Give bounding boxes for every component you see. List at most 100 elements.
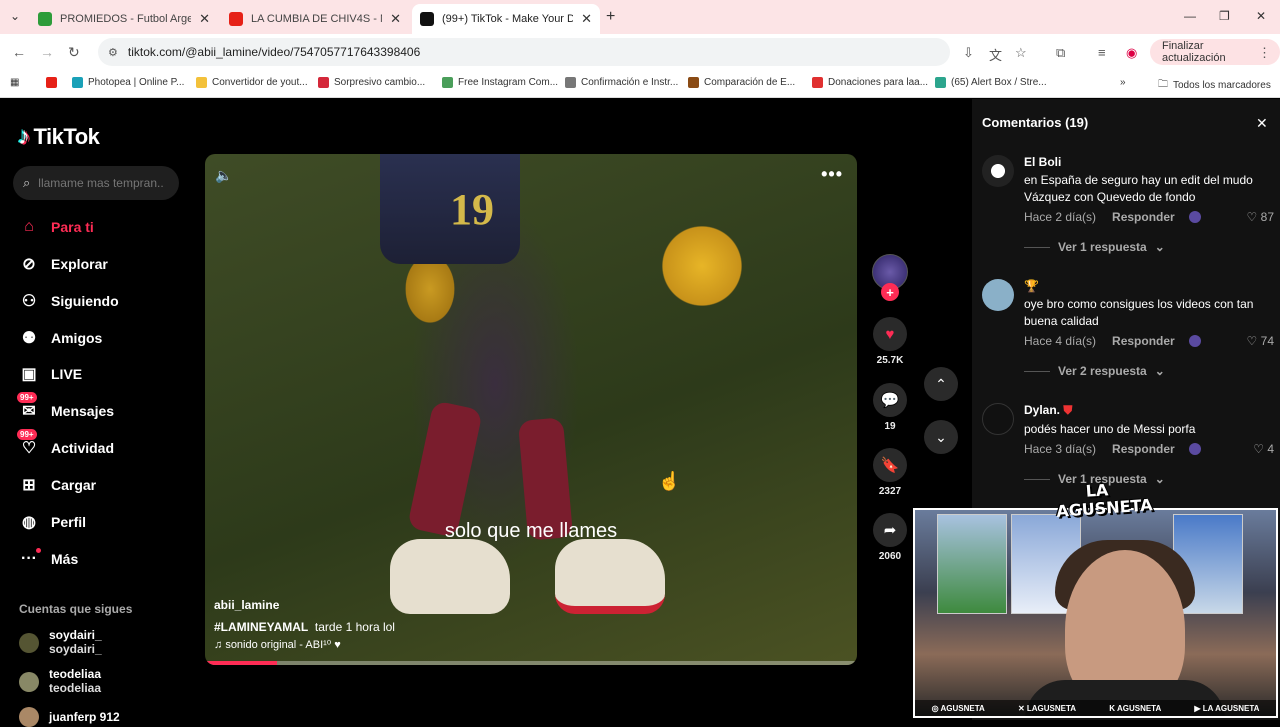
description-text: tarde 1 hora lol <box>314 620 395 634</box>
bookmark-item[interactable]: Comparación de E... <box>688 77 795 88</box>
bookmark-label: Free Instagram Com... <box>458 77 559 88</box>
comment-like[interactable]: ♡ 74 <box>1247 334 1274 348</box>
comment-icon[interactable]: 💬 <box>873 383 907 417</box>
bookmark-item[interactable]: Donaciones para laa... <box>812 77 928 88</box>
following-header: Cuentas que sigues <box>19 602 133 616</box>
video-progress-bar[interactable] <box>205 661 857 665</box>
menu-dots-icon[interactable]: ⋮ <box>1258 45 1271 61</box>
install-app-icon[interactable]: ⇩ <box>963 45 974 61</box>
close-icon[interactable]: ✕ <box>199 11 210 27</box>
back-icon[interactable]: ← <box>12 44 26 60</box>
browser-tab[interactable]: LA CUMBIA DE CHIV4S - MIKE ✕ <box>221 4 409 34</box>
followed-account[interactable]: juanferp 912 <box>19 707 120 727</box>
streamer-brand-logo: LA AGUSNETA <box>1055 480 1154 521</box>
reply-button[interactable]: Responder <box>1112 442 1175 456</box>
address-bar[interactable]: ⚙ tiktok.com/@abii_lamine/video/75470577… <box>98 38 950 66</box>
like-action[interactable]: ♥ 25.7K <box>870 317 910 366</box>
minimize-icon[interactable]: — <box>1184 9 1196 23</box>
search-input[interactable] <box>38 176 164 190</box>
bookmark-item[interactable]: (65) Alert Box / Stre... <box>935 77 1047 88</box>
nav-perfil[interactable]: ◍ Perfil <box>19 508 86 536</box>
bookmark-favicon-icon <box>688 77 699 88</box>
update-label: Finalizar actualización <box>1162 40 1226 64</box>
like-count: 25.7K <box>876 355 904 366</box>
heart-icon[interactable]: ♥ <box>873 317 907 351</box>
close-icon[interactable]: ✕ <box>581 11 592 27</box>
followed-account[interactable]: teodeliaa teodeliaa <box>19 668 101 695</box>
translate-icon[interactable]: 文 <box>989 45 1002 64</box>
nav-cargar[interactable]: ⊞ Cargar <box>19 471 96 499</box>
reply-button[interactable]: Responder <box>1112 334 1175 348</box>
nav-mensajes[interactable]: ✉ 99+ Mensajes <box>17 392 114 425</box>
save-action[interactable]: 🔖 2327 <box>870 448 910 497</box>
music-info[interactable]: ♫ sonido original - ABI¹⁰ ♥ <box>214 638 341 651</box>
bookmark-item[interactable]: Confirmación e Instr... <box>565 77 678 88</box>
apps-grid-icon[interactable]: ▦ <box>10 77 19 88</box>
video-player[interactable]: 19 🔈 ••• solo que me llames abii_lamine … <box>205 154 857 665</box>
nav-explorar[interactable]: ⊘ Explorar <box>19 250 108 278</box>
avatar[interactable] <box>982 155 1014 187</box>
player-boot <box>390 539 510 614</box>
tiktok-logo[interactable]: ♪ TikTok <box>18 123 100 151</box>
new-tab-icon[interactable]: + <box>606 8 615 26</box>
follow-plus-icon[interactable]: + <box>881 283 899 301</box>
share-icon[interactable]: ➦ <box>873 513 907 547</box>
close-icon[interactable]: ✕ <box>390 11 401 27</box>
bookmark-icon[interactable]: 🔖 <box>873 448 907 482</box>
previous-video-button[interactable]: ⌃ <box>924 367 958 401</box>
bookmarks-bar: ▦ Photopea | Online P... Convertidor de … <box>0 70 1280 98</box>
comment-username[interactable]: Dylan. ⛊ <box>1024 403 1274 418</box>
forward-icon[interactable]: → <box>40 44 54 60</box>
bookmark-favicon-icon <box>318 77 329 88</box>
next-video-button[interactable]: ⌄ <box>924 420 958 454</box>
search-box[interactable]: ⌕ <box>13 166 179 200</box>
restore-icon[interactable]: ❐ <box>1219 9 1230 23</box>
view-replies[interactable]: Ver 2 respuesta ⌄ <box>1024 364 1274 378</box>
browser-tab[interactable]: PROMIEDOS - Futbol Argentino ✕ <box>30 4 218 34</box>
nav-label: Actividad <box>51 440 115 456</box>
comment-username[interactable]: 🏆 <box>1024 279 1274 293</box>
followed-account[interactable]: soydairi_ soydairi_ <box>19 629 102 656</box>
view-replies[interactable]: Ver 1 respuesta ⌄ <box>1024 240 1274 254</box>
nav-siguiendo[interactable]: ⚇ Siguiendo <box>19 287 119 315</box>
bookmark-star-icon[interactable]: ☆ <box>1015 45 1027 61</box>
comment-like[interactable]: ♡ 4 <box>1253 442 1274 456</box>
reload-icon[interactable]: ↻ <box>68 44 80 61</box>
share-action[interactable]: ➦ 2060 <box>870 513 910 562</box>
site-info-icon[interactable]: ⚙ <box>108 46 118 59</box>
comment-like[interactable]: ♡ 87 <box>1247 210 1274 224</box>
all-bookmarks[interactable]: 🗀 Todos los marcadores <box>1158 77 1271 94</box>
window-close-icon[interactable]: ✕ <box>1256 9 1266 23</box>
volume-icon[interactable]: 🔈 <box>215 167 232 184</box>
video-author[interactable]: abii_lamine <box>214 598 279 612</box>
youtube-handle: ▶ LA AGUSNETA <box>1194 703 1260 713</box>
nav-live[interactable]: ▣ LIVE <box>19 360 82 388</box>
close-icon[interactable]: ✕ <box>1256 115 1268 132</box>
avatar[interactable] <box>982 403 1014 435</box>
more-bookmarks-icon[interactable]: » <box>1120 77 1126 88</box>
bookmark-item[interactable]: Free Instagram Com... <box>442 77 558 88</box>
music-note-icon: ♫ <box>214 639 226 651</box>
nav-actividad[interactable]: ♡ 99+ Actividad <box>17 429 115 462</box>
comment-username[interactable]: El Boli <box>1024 155 1274 169</box>
bookmark-item[interactable]: Convertidor de yout... <box>196 77 308 88</box>
bookmark-youtube[interactable] <box>46 77 57 88</box>
avatar[interactable] <box>982 279 1014 311</box>
comment-action[interactable]: 💬 19 <box>870 383 910 432</box>
more-options-icon[interactable]: ••• <box>821 164 843 185</box>
hashtag-link[interactable]: #LAMINEYAMAL <box>214 620 308 634</box>
browser-tab-active[interactable]: (99+) TikTok - Make Your Da ✕ <box>412 4 600 34</box>
avatar <box>19 707 39 727</box>
reply-button[interactable]: Responder <box>1112 210 1175 224</box>
tab-search-icon[interactable]: ⌄ <box>10 9 20 23</box>
profile-icon[interactable]: ◉ <box>1126 45 1137 61</box>
bookmark-item[interactable]: Photopea | Online P... <box>72 77 184 88</box>
bookmark-item[interactable]: Sorpresivo cambio... <box>318 77 425 88</box>
chevron-down-icon: ⌄ <box>1154 472 1165 486</box>
nav-mas[interactable]: ··· Más <box>19 545 78 573</box>
nav-amigos[interactable]: ⚉ Amigos <box>19 324 103 352</box>
extensions-icon[interactable]: ⧉ <box>1056 45 1065 61</box>
nav-para-ti[interactable]: ⌂ Para ti <box>19 213 94 241</box>
comment-text: podés hacer uno de Messi porfa <box>1024 422 1196 436</box>
media-control-icon[interactable]: ≡ <box>1098 45 1106 60</box>
